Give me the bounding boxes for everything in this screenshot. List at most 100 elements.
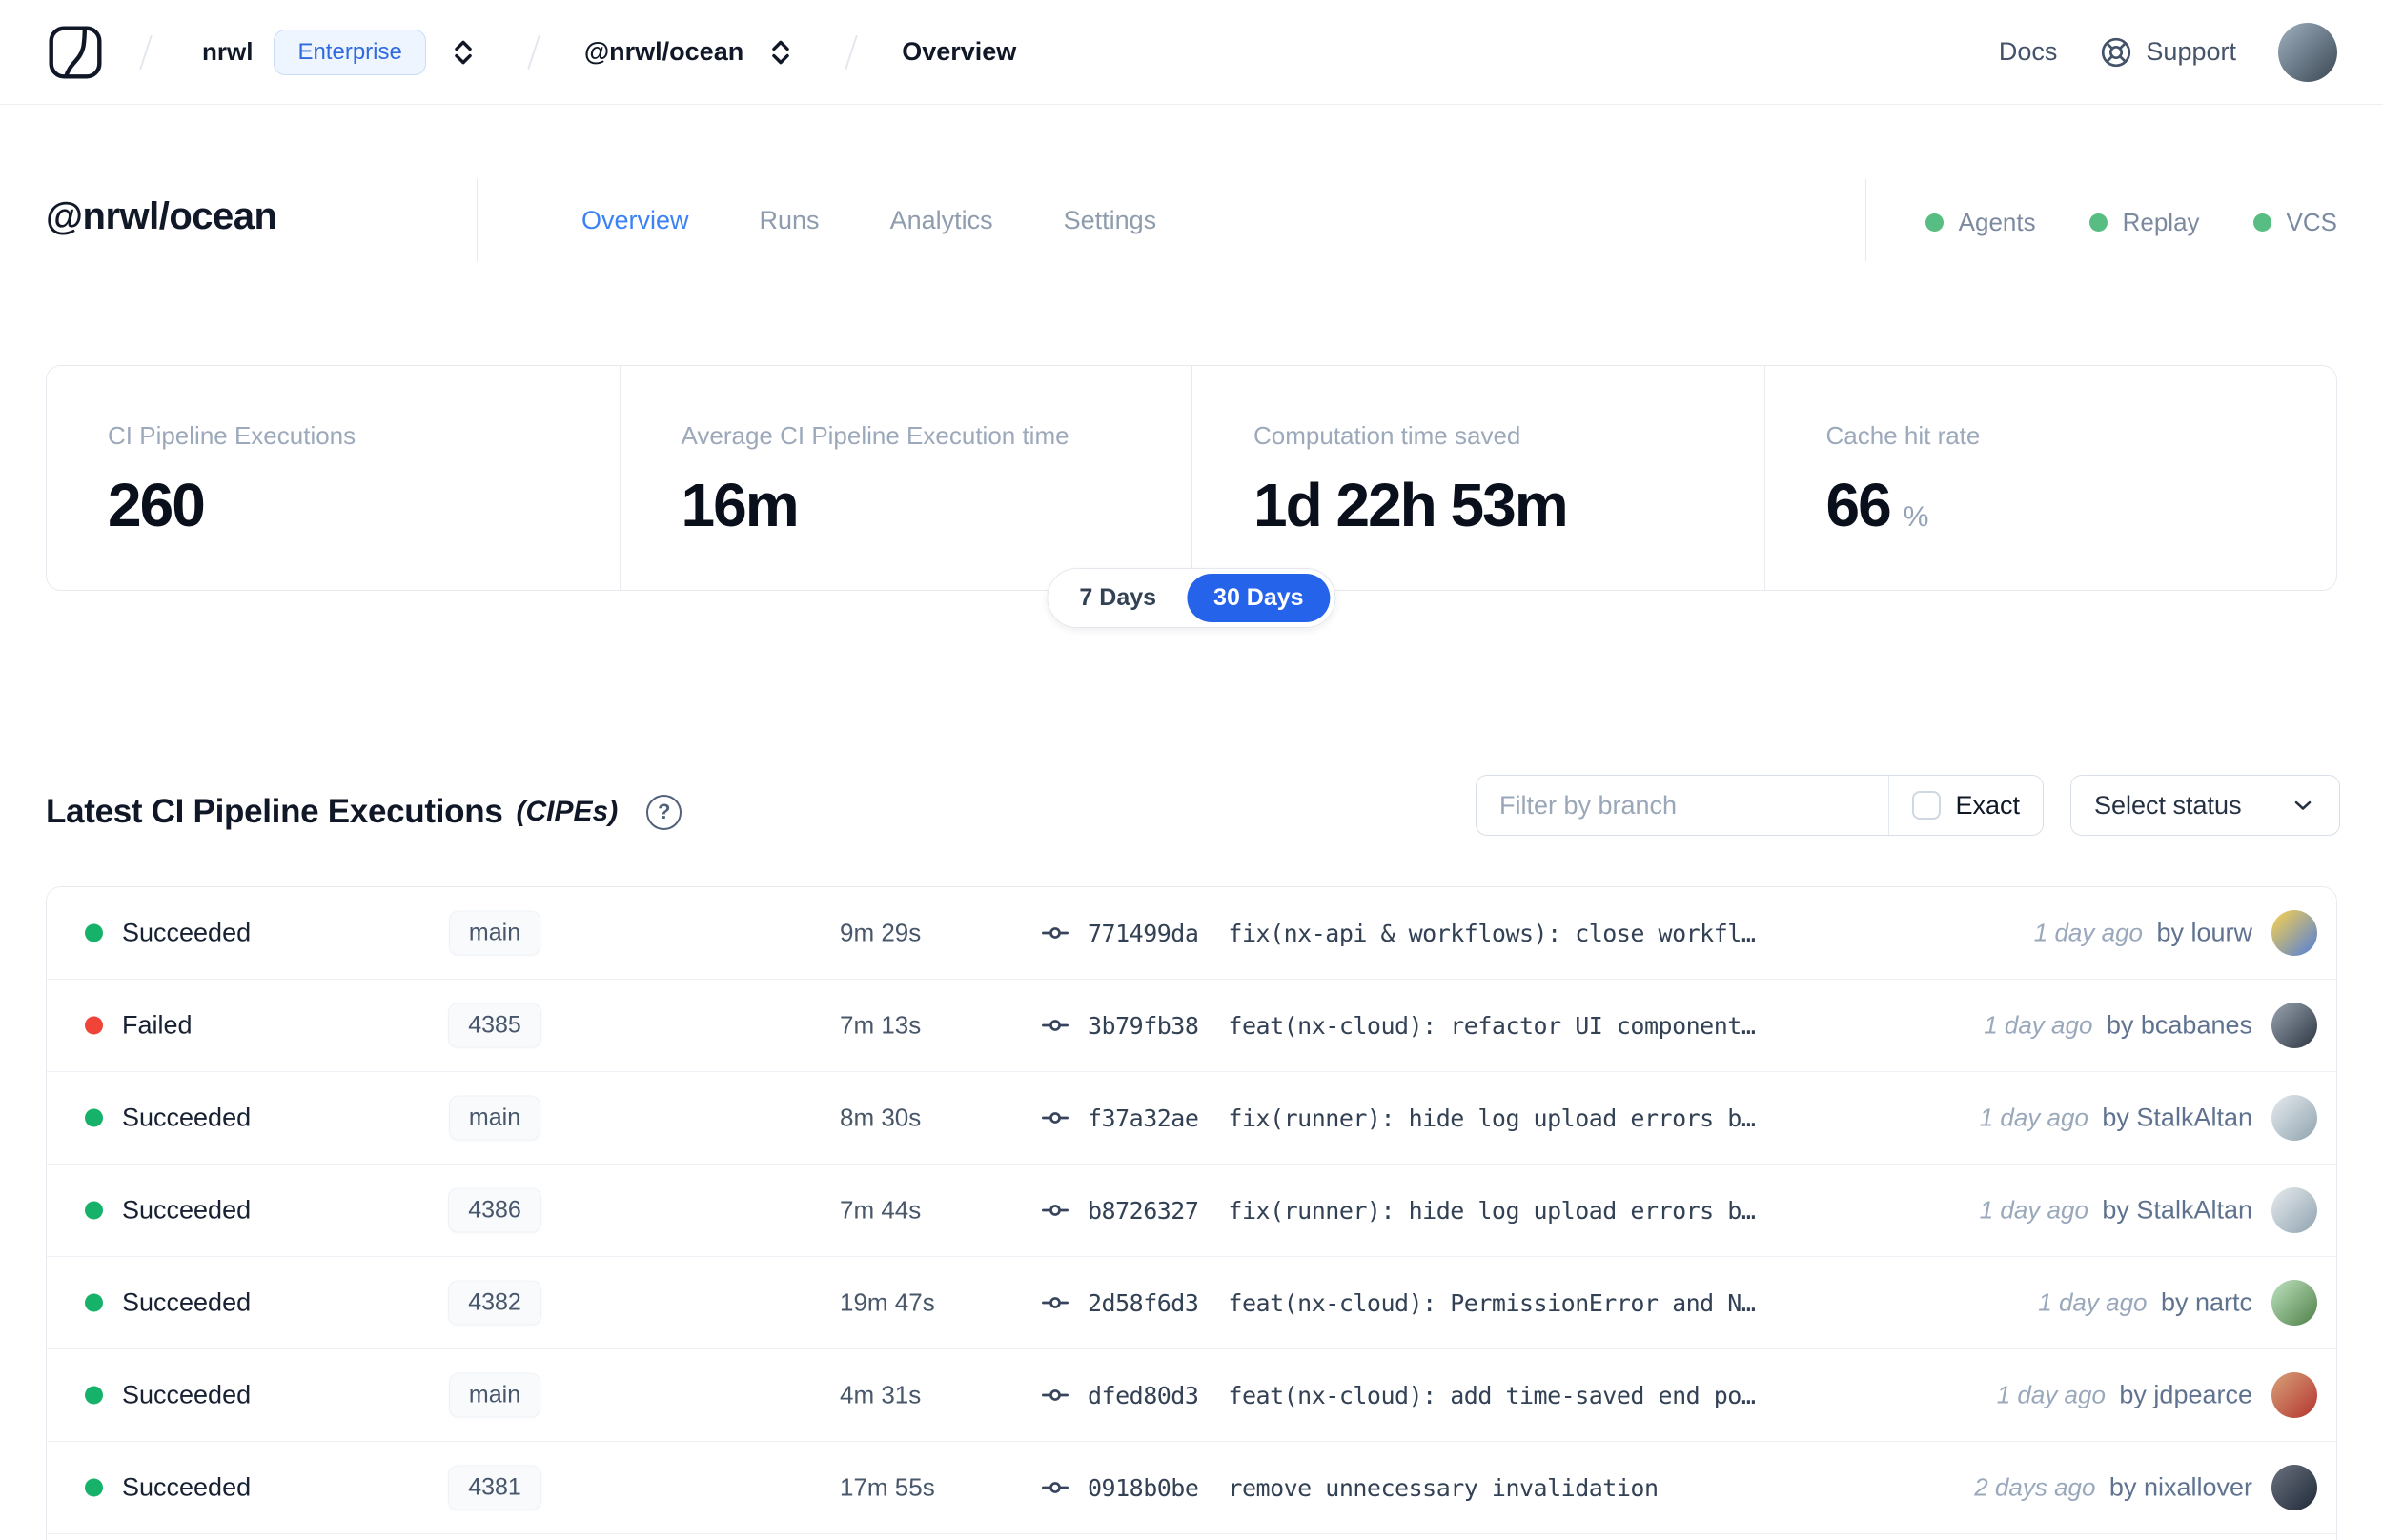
- branch-cell: 4386: [428, 1187, 561, 1233]
- cipes-header: Latest CI Pipeline Executions (CIPEs) ?: [46, 793, 682, 831]
- author-label: by StalkAltan: [2102, 1195, 2252, 1225]
- chevron-down-icon: [2294, 800, 2312, 810]
- branch-badge[interactable]: 4382: [448, 1280, 541, 1326]
- status-label: Succeeded: [122, 918, 252, 947]
- toggle-30-days[interactable]: 30 Days: [1187, 574, 1331, 622]
- commit-hash: 3b79fb38: [1088, 1011, 1199, 1040]
- author-label: by nartc: [2160, 1287, 2252, 1317]
- meta-cell: 1 day ago by nartc: [2038, 1288, 2252, 1318]
- commit-hash: 2d58f6d3: [1088, 1288, 1199, 1317]
- exact-checkbox[interactable]: [1912, 791, 1942, 820]
- branch-filter-input[interactable]: [1477, 776, 1889, 835]
- help-icon[interactable]: ?: [646, 794, 682, 830]
- status-label: Succeeded: [122, 1287, 252, 1317]
- cipe-row[interactable]: Succeeded main 8m 30s f37a32ae fix(runne…: [47, 1072, 2336, 1165]
- commit-cell: f37a32ae fix(runner): hide log upload er…: [1040, 1103, 1756, 1133]
- nx-cloud-logo-icon[interactable]: [46, 23, 105, 82]
- duration-label: 19m 47s: [840, 1287, 935, 1317]
- commit-hash: f37a32ae: [1088, 1104, 1199, 1132]
- avatar: [2271, 1280, 2317, 1326]
- tab-runs[interactable]: Runs: [760, 206, 820, 235]
- feature-label: Agents: [1958, 208, 2036, 236]
- cipe-row[interactable]: Succeeded 4382 19m 47s 2d58f6d3 feat(nx-…: [47, 1257, 2336, 1349]
- branch-badge[interactable]: main: [448, 1372, 541, 1418]
- stat-value: 66: [1825, 471, 1892, 539]
- branch-badge[interactable]: main: [448, 910, 541, 956]
- cipe-row[interactable]: Failed 4385 7m 13s 3b79fb38 feat(nx-clou…: [47, 980, 2336, 1072]
- cipe-row[interactable]: Succeeded main 4m 31s dfed80d3 feat(nx-c…: [47, 1349, 2336, 1442]
- section-title-suffix: (CIPEs): [516, 796, 619, 827]
- branch-badge[interactable]: 4385: [448, 1003, 541, 1048]
- author-label: by lourw: [2156, 918, 2252, 947]
- branch-badge[interactable]: 4386: [448, 1187, 541, 1233]
- stat-label: CI Pipeline Executions: [108, 421, 356, 450]
- breadcrumb-page: Overview: [902, 37, 1017, 66]
- commit-message: fix(nx-api & workflows): close workfl…: [1228, 919, 1756, 947]
- breadcrumb-org[interactable]: nrwl: [202, 37, 253, 67]
- author-label: by bcabanes: [2106, 1010, 2252, 1040]
- git-commit-icon: [1042, 1020, 1069, 1031]
- stat-card-ci-pipeline-executions: CI Pipeline Executions 260: [47, 366, 620, 590]
- git-commit-icon: [1042, 1389, 1069, 1401]
- stat-card-cache-hit-rate: Cache hit rate 66%: [1763, 366, 2337, 590]
- breadcrumb-separator: [527, 34, 540, 70]
- branch-cell: 4381: [428, 1465, 561, 1510]
- status-dot-icon: [85, 1478, 103, 1497]
- time-ago: 1 day ago: [1979, 1103, 2088, 1132]
- enterprise-badge: Enterprise: [274, 29, 426, 75]
- divider: [1865, 179, 1866, 261]
- stat-card-average-execution-time: Average CI Pipeline Execution time 16m: [619, 366, 1192, 590]
- status-dot-icon: [85, 1293, 103, 1312]
- life-buoy-icon: [2102, 37, 2131, 67]
- commit-hash: b8726327: [1088, 1196, 1199, 1225]
- branch-badge[interactable]: main: [448, 1095, 541, 1141]
- green-dot-icon: [2252, 213, 2271, 232]
- cipe-row[interactable]: Succeeded main 9m 29s 771499da fix(nx-ap…: [47, 887, 2336, 980]
- git-commit-icon: [1042, 1482, 1069, 1493]
- duration-label: 9m 29s: [840, 918, 922, 947]
- status-select-label: Select status: [2094, 790, 2242, 820]
- tab-analytics[interactable]: Analytics: [890, 206, 993, 235]
- status-label: Succeeded: [122, 1380, 252, 1409]
- status-select[interactable]: Select status: [2070, 775, 2340, 836]
- cipe-row[interactable]: Succeeded 4386 7m 44s b8726327 fix(runne…: [47, 1165, 2336, 1257]
- commit-cell: 0918b0be remove unnecessary invalidation: [1040, 1472, 1659, 1503]
- org-switcher-chevrons-up-down-icon[interactable]: [447, 36, 479, 69]
- page: nrwl Enterprise @nrwl/ocean Overview Doc…: [0, 0, 2383, 1540]
- branch-badge[interactable]: 4381: [448, 1465, 541, 1510]
- feature-label: Replay: [2122, 208, 2200, 236]
- commit-hash: 0918b0be: [1088, 1473, 1199, 1502]
- toggle-7-days[interactable]: 7 Days: [1052, 574, 1183, 622]
- commit-message: feat(nx-cloud): refactor UI component…: [1228, 1011, 1756, 1040]
- user-avatar[interactable]: [2278, 22, 2337, 82]
- tab-overview[interactable]: Overview: [581, 206, 689, 235]
- stat-suffix: %: [1903, 501, 1929, 533]
- status-label: Succeeded: [122, 1195, 252, 1225]
- status-dot-icon: [85, 1386, 103, 1405]
- time-ago: 1 day ago: [1996, 1380, 2106, 1409]
- branch-cell: 4382: [428, 1280, 561, 1326]
- breadcrumb-workspace[interactable]: @nrwl/ocean: [584, 37, 743, 67]
- tab-settings[interactable]: Settings: [1064, 206, 1157, 235]
- branch-cell: main: [428, 1095, 561, 1141]
- feature-label: VCS: [2286, 208, 2337, 236]
- support-link[interactable]: Support: [2099, 35, 2236, 70]
- avatar: [2271, 910, 2317, 956]
- feature-vcs: VCS: [2252, 208, 2337, 237]
- workspace-switcher-chevrons-up-down-icon[interactable]: [764, 36, 797, 69]
- feature-status-list: Agents Replay VCS: [1925, 208, 2337, 237]
- stat-label: Cache hit rate: [1825, 421, 1981, 450]
- docs-link[interactable]: Docs: [1999, 37, 2058, 67]
- stat-label: Computation time saved: [1253, 421, 1521, 450]
- stat-value: 16m: [681, 471, 800, 539]
- exact-toggle: Exact: [1889, 791, 2043, 821]
- meta-cell: 1 day ago by StalkAltan: [1980, 1104, 2252, 1133]
- status-dot-icon: [85, 1108, 103, 1127]
- cipes-table: Succeeded main 9m 29s 771499da fix(nx-ap…: [46, 886, 2337, 1540]
- stats-cards: CI Pipeline Executions 260 Average CI Pi…: [46, 365, 2337, 591]
- cipe-row[interactable]: Succeeded 4381 17m 55s 0918b0be remove u…: [47, 1442, 2336, 1534]
- status-dot-icon: [85, 1016, 103, 1035]
- git-commit-icon: [1042, 1205, 1069, 1216]
- meta-cell: 1 day ago by lourw: [2034, 919, 2252, 948]
- time-ago: 1 day ago: [2033, 918, 2143, 947]
